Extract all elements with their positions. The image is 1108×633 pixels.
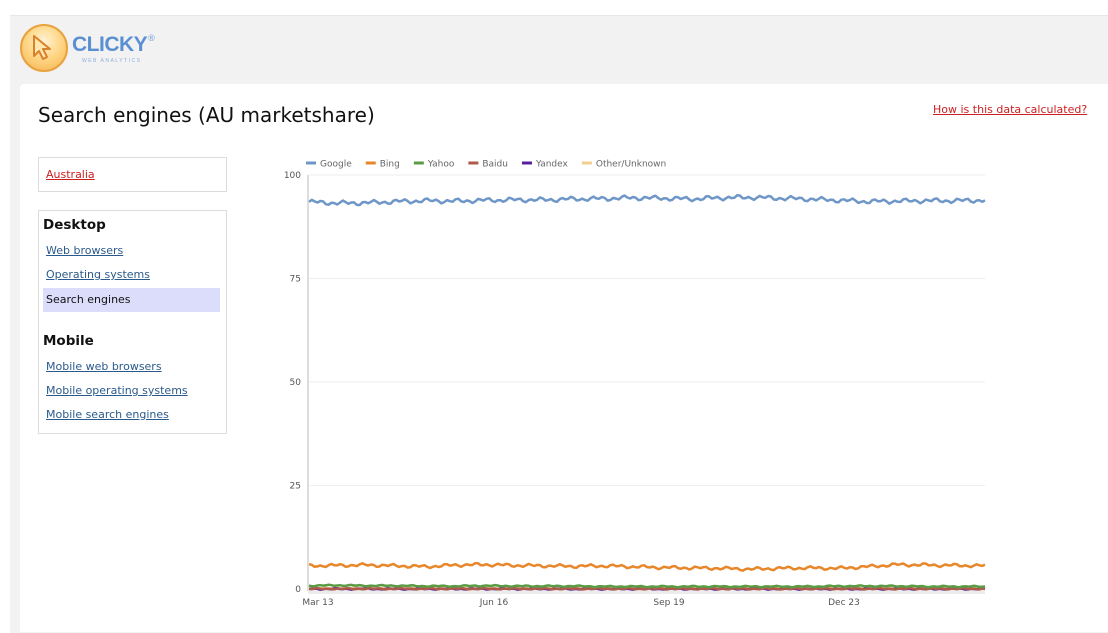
sidebar-item-mobile-operating-systems[interactable]: Mobile operating systems [46,384,188,397]
page-title: Search engines (AU marketshare) [38,103,375,127]
chart-svg: 0 25 50 75 100 Mar 13 Jun 16 Sep 19 Dec 23 Google… [284,160,986,608]
legend-label-yahoo[interactable]: Yahoo [427,160,455,170]
clicky-logo[interactable]: CLICKY® WEB ANALYTICS [20,24,160,74]
logo-wordmark: CLICKY® [72,33,155,57]
logo-text: CLICKY [72,33,148,56]
sidebar-item-mobile-web-browsers[interactable]: Mobile web browsers [46,360,162,373]
x-tick-label: Jun 16 [479,598,509,608]
sidebar-item-search-engines[interactable]: Search engines [43,288,220,312]
sidebar-nav: Desktop Web browsers Operating systems S… [38,210,227,434]
y-tick-label: 100 [284,171,301,181]
y-tick-label: 25 [290,482,301,492]
nav-heading-mobile: Mobile [43,333,94,349]
sidebar-item-web-browsers[interactable]: Web browsers [46,244,123,257]
y-tick-label: 0 [295,585,301,595]
logo-subtext: WEB ANALYTICS [82,58,142,64]
legend-label-google[interactable]: Google [320,160,352,170]
cursor-logo-icon [20,24,68,72]
x-tick-label: Mar 13 [302,598,333,608]
series-line-bing [308,561,986,572]
sidebar-item-label: Search engines [46,293,131,306]
country-selector-box: Australia [38,157,227,192]
legend-label-other-unknown[interactable]: Other/Unknown [596,160,666,170]
x-tick-label: Sep 19 [653,598,685,608]
sidebar-item-mobile-search-engines[interactable]: Mobile search engines [46,408,169,421]
marketshare-chart: 0 25 50 75 100 Mar 13 Jun 16 Sep 19 Dec 23 Google… [270,150,1000,620]
nav-heading-desktop: Desktop [43,217,106,233]
country-link[interactable]: Australia [46,168,95,181]
legend-label-bing[interactable]: Bing [380,160,400,170]
y-tick-label: 75 [290,275,301,285]
legend-label-yandex[interactable]: Yandex [535,160,569,170]
sidebar-item-operating-systems[interactable]: Operating systems [46,268,150,281]
registered-mark: ® [148,33,155,43]
series-line-google [308,194,986,207]
x-tick-label: Dec 23 [828,598,860,608]
y-tick-label: 50 [290,378,302,388]
how-calculated-link[interactable]: How is this data calculated? [933,103,1087,116]
legend-label-baidu[interactable]: Baidu [482,160,508,170]
